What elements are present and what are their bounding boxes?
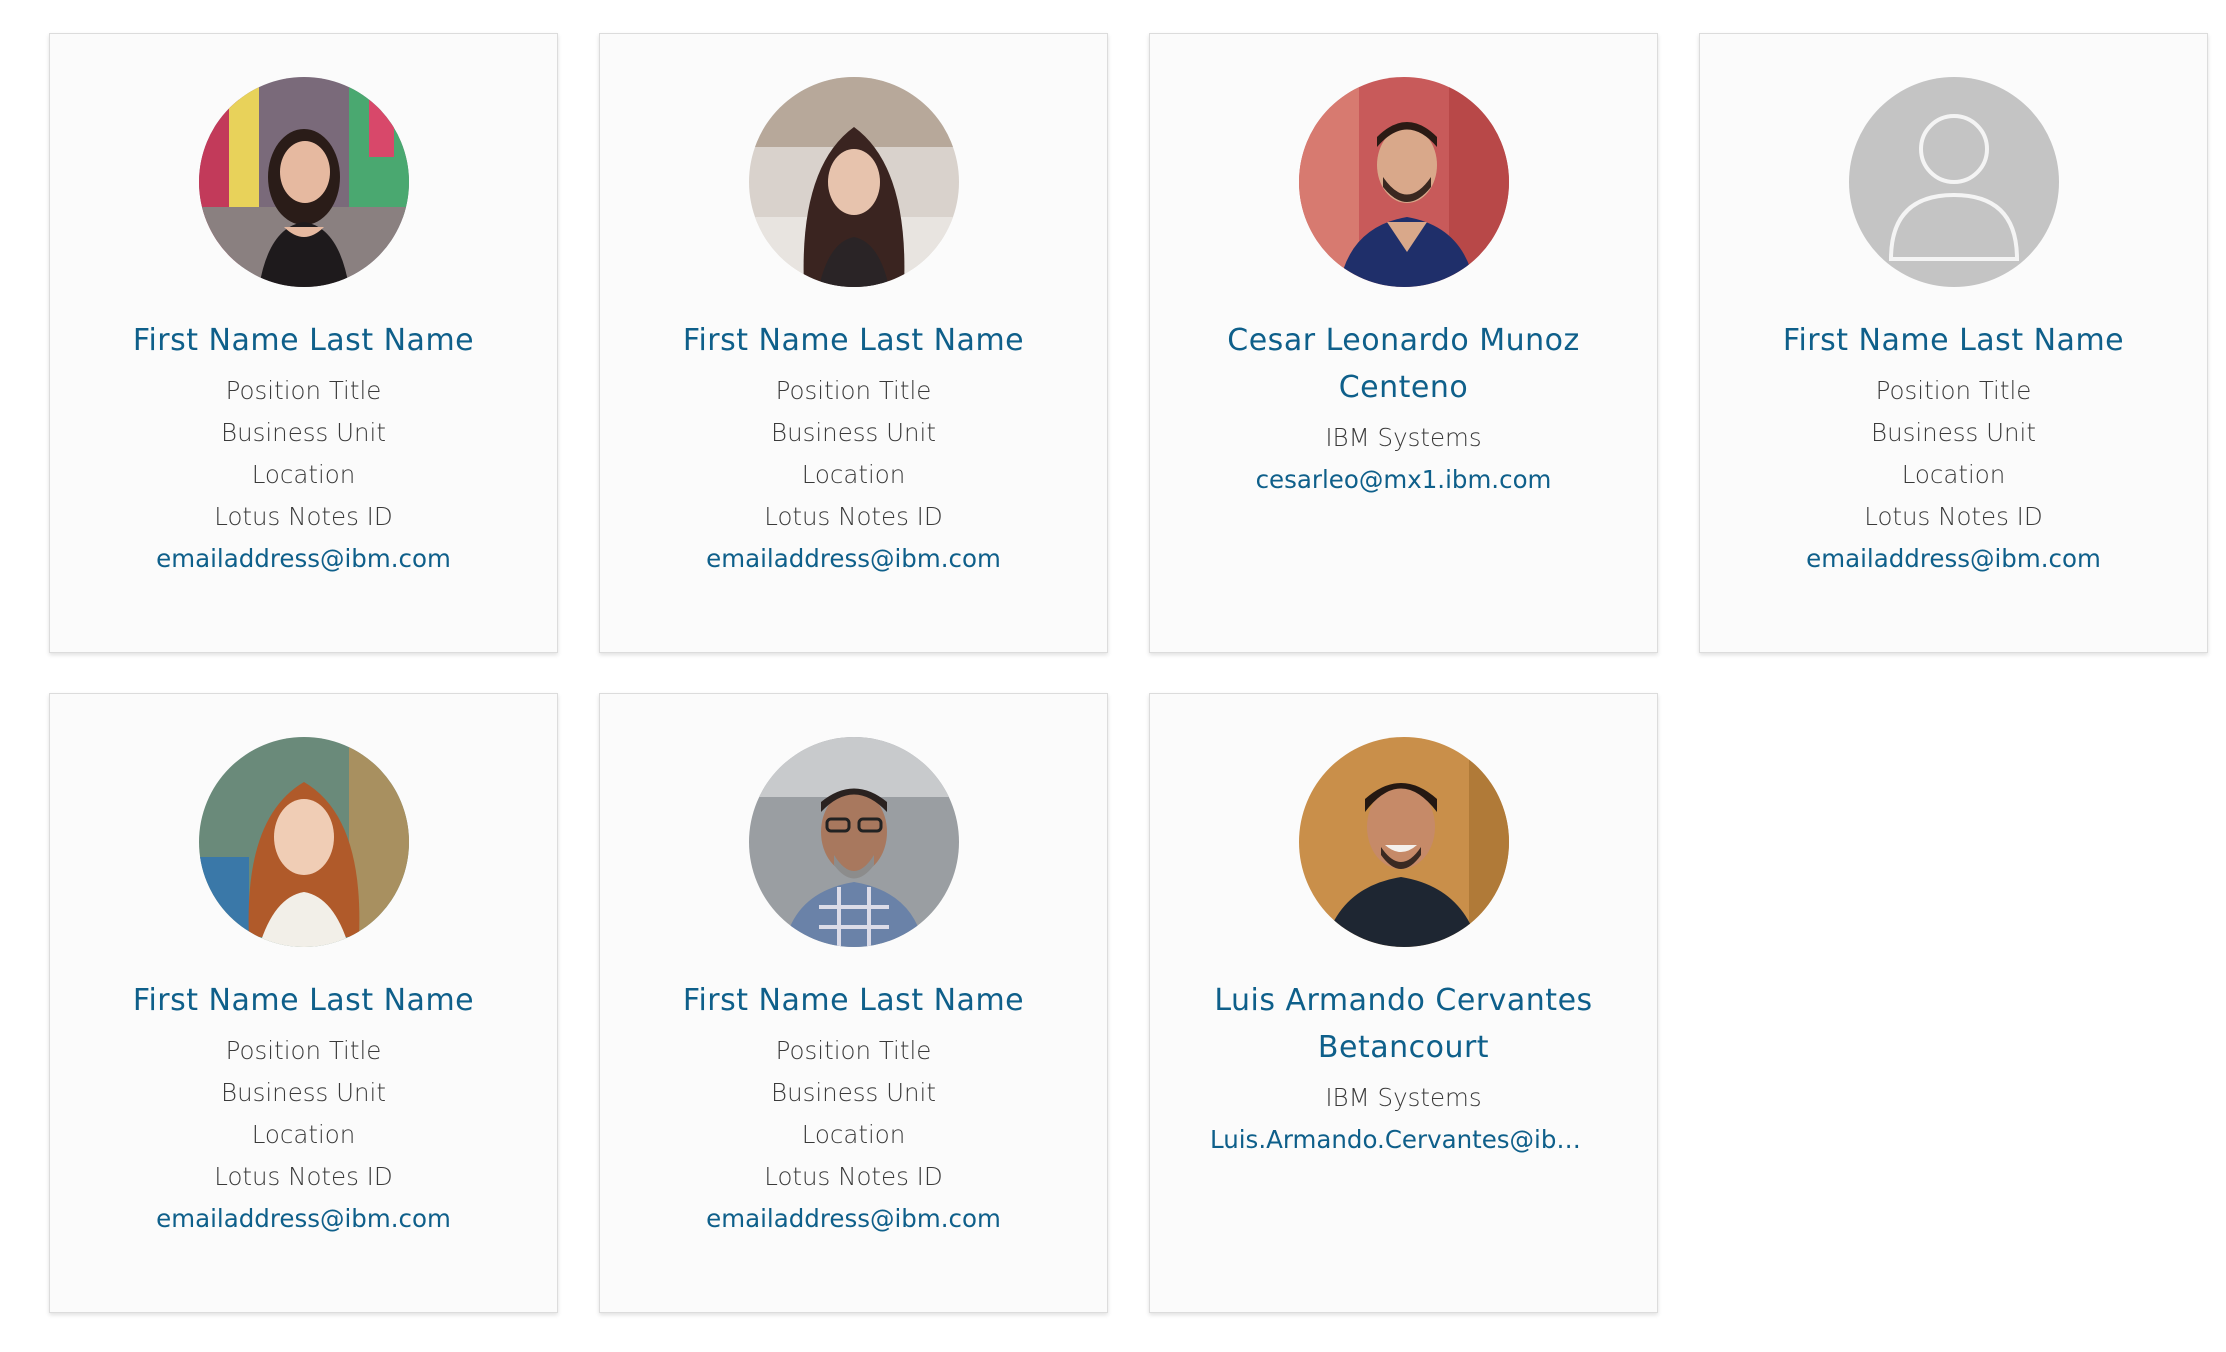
person-photo — [1298, 737, 1509, 947]
location: Location — [251, 1120, 356, 1149]
email-link[interactable]: Luis.Armando.Cervantes@ibm.com — [1150, 1119, 1657, 1161]
person-name[interactable]: First Name Last Name — [50, 317, 557, 364]
position-title: Position Title — [225, 376, 382, 405]
profile-card[interactable]: First Name Last Name Position Title Busi… — [1699, 33, 2208, 653]
business-unit: Business Unit — [771, 1078, 936, 1107]
notes-id: Lotus Notes ID — [1864, 502, 2043, 531]
profile-card[interactable]: First Name Last Name Position Title Busi… — [49, 33, 558, 653]
person-photo — [1298, 77, 1509, 287]
location: Location — [801, 460, 906, 489]
user-placeholder-icon — [1848, 77, 2059, 287]
business-unit: IBM Systems — [1325, 423, 1482, 452]
person-name[interactable]: Luis Armando Cervantes Betancourt — [1150, 977, 1657, 1071]
location: Location — [801, 1120, 906, 1149]
avatar[interactable] — [198, 77, 409, 287]
email-link[interactable]: cesarleo@mx1.ibm.com — [1150, 459, 1657, 501]
position-title: Position Title — [775, 376, 932, 405]
position-title: Position Title — [225, 1036, 382, 1065]
position-title: Position Title — [775, 1036, 932, 1065]
business-unit: Business Unit — [771, 418, 936, 447]
email-link[interactable]: emailaddress@ibm.com — [600, 538, 1107, 580]
notes-id: Lotus Notes ID — [214, 502, 393, 531]
avatar[interactable] — [1298, 737, 1509, 947]
person-name[interactable]: Cesar Leonardo Munoz Centeno — [1150, 317, 1657, 411]
location: Location — [251, 460, 356, 489]
business-unit: IBM Systems — [1325, 1083, 1482, 1112]
profile-card[interactable]: First Name Last Name Position Title Busi… — [599, 693, 1108, 1313]
position-title: Position Title — [1875, 376, 2032, 405]
person-name[interactable]: First Name Last Name — [50, 977, 557, 1024]
notes-id: Lotus Notes ID — [764, 502, 943, 531]
person-name[interactable]: First Name Last Name — [600, 317, 1107, 364]
business-unit: Business Unit — [1871, 418, 2036, 447]
profile-card[interactable]: First Name Last Name Position Title Busi… — [49, 693, 558, 1313]
person-photo — [198, 77, 409, 287]
business-unit: Business Unit — [221, 1078, 386, 1107]
avatar[interactable] — [1848, 77, 2059, 287]
avatar[interactable] — [198, 737, 409, 947]
person-name[interactable]: First Name Last Name — [1700, 317, 2207, 364]
email-link[interactable]: emailaddress@ibm.com — [600, 1198, 1107, 1240]
email-link[interactable]: emailaddress@ibm.com — [50, 538, 557, 580]
profile-card[interactable]: Luis Armando Cervantes Betancourt IBM Sy… — [1149, 693, 1658, 1313]
person-name[interactable]: First Name Last Name — [600, 977, 1107, 1024]
location: Location — [1901, 460, 2006, 489]
notes-id: Lotus Notes ID — [764, 1162, 943, 1191]
profile-card[interactable]: Cesar Leonardo Munoz Centeno IBM Systems… — [1149, 33, 1658, 653]
business-unit: Business Unit — [221, 418, 386, 447]
person-photo — [198, 737, 409, 947]
avatar[interactable] — [1298, 77, 1509, 287]
avatar[interactable] — [748, 737, 959, 947]
profile-card[interactable]: First Name Last Name Position Title Busi… — [599, 33, 1108, 653]
notes-id: Lotus Notes ID — [214, 1162, 393, 1191]
person-photo — [748, 77, 959, 287]
email-link[interactable]: emailaddress@ibm.com — [1700, 538, 2207, 580]
person-photo — [748, 737, 959, 947]
avatar[interactable] — [748, 77, 959, 287]
email-link[interactable]: emailaddress@ibm.com — [50, 1198, 557, 1240]
